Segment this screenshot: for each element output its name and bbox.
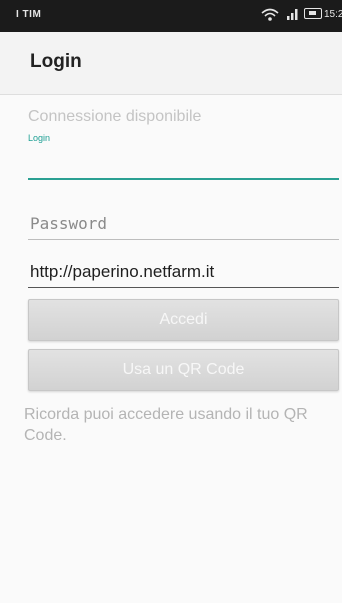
password-field[interactable] [28,208,339,240]
accedi-button[interactable]: Accedi [28,299,339,341]
app-bar: Login [0,32,342,95]
page-title: Login [30,51,82,72]
signal-icon [286,6,300,25]
login-label: Login [28,133,51,143]
battery-icon [304,8,322,19]
qr-code-button-label: Usa un QR Code [122,361,245,378]
server-url-input[interactable] [28,256,339,288]
clock: 15:23 [324,9,342,20]
accedi-button-label: Accedi [159,311,208,328]
qr-hint-text: Ricorda puoi accedere usando il tuo QR C… [24,406,308,444]
connection-status: Connessione disponibile [28,108,202,125]
carrier-label: I TIM [16,9,42,20]
wifi-icon [260,5,280,26]
status-bar: I TIM 15:23 [0,0,342,32]
qr-code-button[interactable]: Usa un QR Code [28,349,339,391]
login-input[interactable] [28,150,339,180]
